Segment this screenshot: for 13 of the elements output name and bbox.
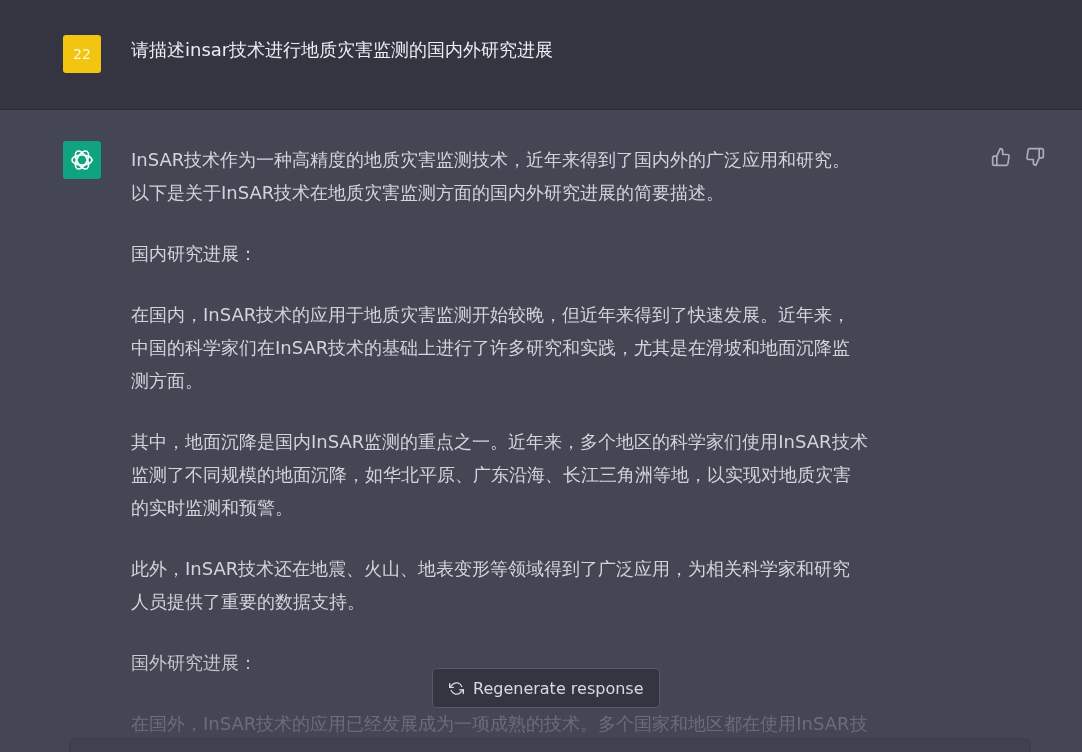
answer-paragraph: 在国内，InSAR技术的应用于地质灾害监测开始较晚，但近年来得到了快速发展。近年来， 中国的科学家们在InSAR技术的基础上进行了许多研究和实践，尤其是在滑坡和地面沉降监 测方面。	[131, 303, 852, 393]
assistant-logo-icon	[63, 141, 101, 179]
refresh-icon	[449, 680, 464, 696]
answer-paragraph: 其中，地面沉降是国内InSAR监测的重点之一。近年来，多个地区的科学家们使用InSAR技术 监测了不同规模的地面沉降，如华北平原、广东沿海、长江三角洲等地，以实现对地质灾害 的实时监测和预警。	[131, 430, 869, 520]
thumbs-up-icon[interactable]	[991, 147, 1011, 167]
thumbs-down-icon[interactable]	[1025, 147, 1045, 167]
user-avatar: 22	[63, 35, 101, 73]
answer-paragraph: InSAR技术作为一种高精度的地质灾害监测技术，近年来得到了国内外的广泛应用和研究。 以下是关于InSAR技术在地质灾害监测方面的国内外研究进展的简要描述。	[131, 148, 852, 205]
answer-paragraph: 国内研究进展：	[131, 242, 258, 266]
answer-paragraph: 此外，InSAR技术还在地震、火山、地表变形等领域得到了广泛应用，为相关科学家和研究 人员提供了重要的数据支持。	[131, 557, 852, 614]
regenerate-button[interactable]: Regenerate response	[432, 668, 661, 708]
question-text: 请描述insar技术进行地质灾害监测的国内外研究进展	[131, 38, 554, 62]
answer-paragraph: 国外研究进展：	[131, 651, 258, 675]
